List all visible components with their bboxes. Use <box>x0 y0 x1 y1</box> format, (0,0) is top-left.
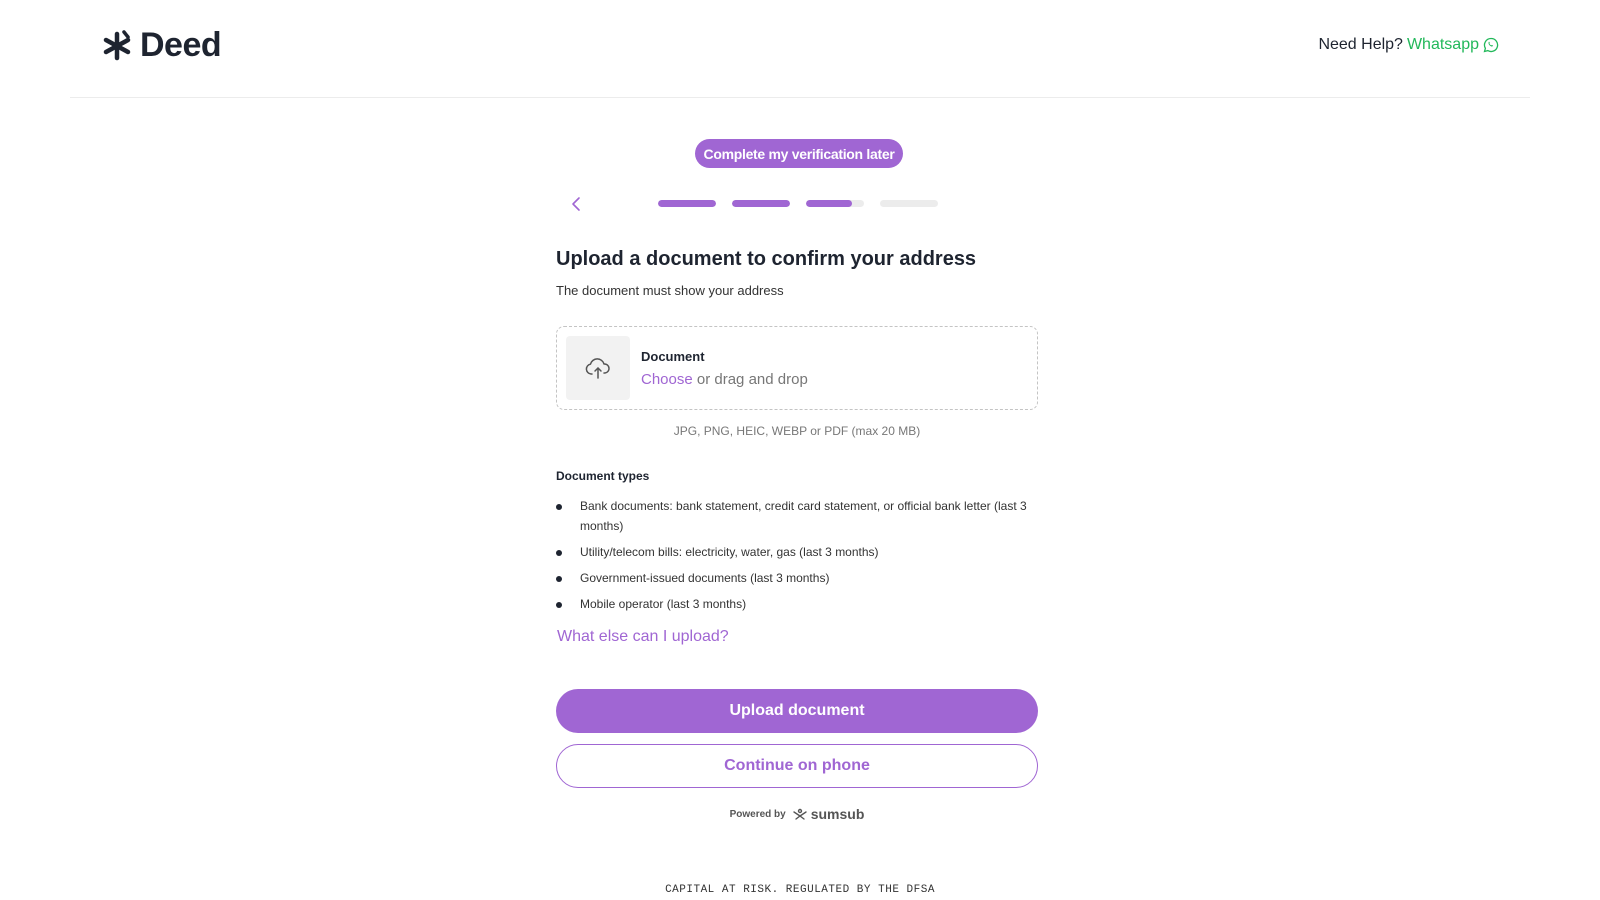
logo-text: Deed <box>140 26 222 64</box>
sumsub-logo[interactable]: sumsub <box>792 806 865 822</box>
progress-segment <box>806 200 864 207</box>
drag-drop-text: or drag and drop <box>692 371 808 388</box>
whatsapp-icon[interactable] <box>1483 37 1499 53</box>
powered-by: Powered by sumsub <box>556 806 1038 822</box>
sumsub-icon <box>793 808 807 820</box>
page-title: Upload a document to confirm your addres… <box>556 248 977 270</box>
list-item: Bank documents: bank statement, credit c… <box>556 496 1038 536</box>
logo[interactable]: Deed <box>100 26 222 65</box>
dropzone-text: Choose or drag and drop <box>641 371 808 388</box>
document-types-title: Document types <box>556 469 650 483</box>
asterisk-logo-icon <box>103 29 131 60</box>
help-label: Need Help? <box>1318 36 1403 53</box>
continue-on-phone-button[interactable]: Continue on phone <box>556 744 1038 788</box>
progress-steps <box>658 200 938 207</box>
header: Deed Need Help? Whatsapp <box>70 0 1530 98</box>
page-subtitle: The document must show your address <box>556 283 784 298</box>
list-item: Mobile operator (last 3 months) <box>556 594 1038 614</box>
list-item: Utility/telecom bills: electricity, wate… <box>556 542 1038 562</box>
list-item: Government-issued documents (last 3 mont… <box>556 568 1038 588</box>
whatsapp-link[interactable]: Whatsapp <box>1407 36 1479 54</box>
progress-segment <box>658 200 716 207</box>
what-else-link[interactable]: What else can I upload? <box>557 628 729 646</box>
back-button[interactable] <box>566 193 586 215</box>
upload-document-button[interactable]: Upload document <box>556 689 1038 733</box>
powered-by-label: Powered by <box>729 808 786 820</box>
sumsub-brand: sumsub <box>810 806 865 822</box>
chevron-left-icon <box>572 197 580 211</box>
progress-segment <box>732 200 790 207</box>
footer-disclaimer: CAPITAL AT RISK. REGULATED BY THE DFSA <box>665 884 935 896</box>
choose-file-link[interactable]: Choose <box>641 371 693 388</box>
document-dropzone[interactable]: Document Choose or drag and drop <box>556 326 1038 410</box>
help-section: Need Help? Whatsapp <box>1318 36 1499 54</box>
complete-verification-later-button[interactable]: Complete my verification later <box>695 139 903 168</box>
formats-note: JPG, PNG, HEIC, WEBP or PDF (max 20 MB) <box>673 424 921 438</box>
dropzone-label: Document <box>641 349 705 364</box>
progress-segment <box>880 200 938 207</box>
document-types-list: Bank documents: bank statement, credit c… <box>556 496 1038 620</box>
upload-cloud-icon <box>566 336 630 400</box>
